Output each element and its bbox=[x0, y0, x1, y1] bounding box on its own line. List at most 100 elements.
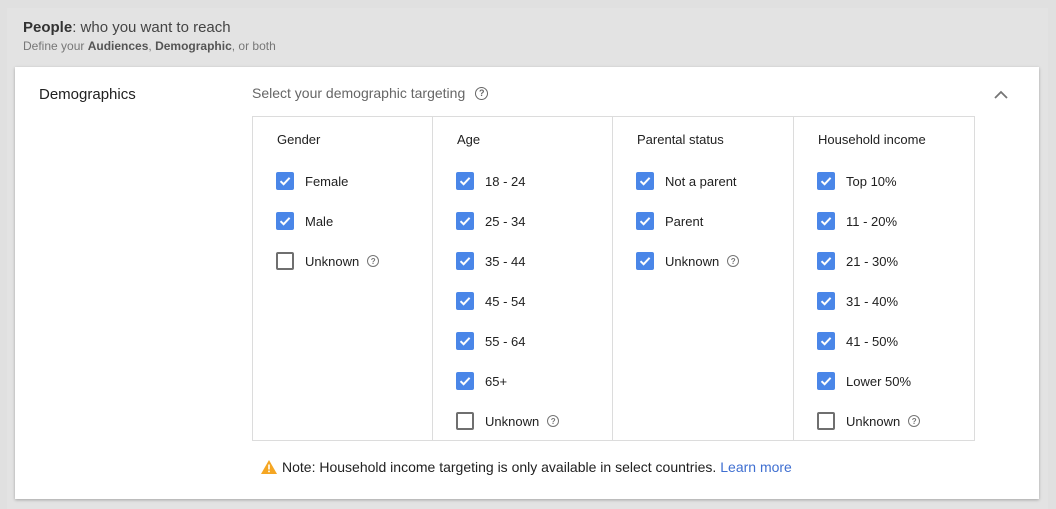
option-label: 65+ bbox=[485, 373, 508, 389]
checkmark-icon bbox=[459, 297, 471, 306]
parental-option-not-a-parent[interactable]: Not a parent bbox=[636, 171, 737, 191]
select-targeting-text: Select your demographic targeting bbox=[252, 85, 466, 101]
option-label: Unknown bbox=[305, 253, 360, 269]
checkmark-icon bbox=[820, 177, 832, 186]
help-icon[interactable]: ? bbox=[727, 255, 740, 267]
option-label: 41 - 50% bbox=[846, 333, 899, 349]
checkmark-icon bbox=[459, 217, 471, 226]
checkbox-checked[interactable] bbox=[456, 292, 474, 310]
help-icon[interactable]: ? bbox=[367, 255, 380, 267]
demographic-grid: Gender Female Male Unknown? Age 18 - 24 25 … bbox=[252, 116, 975, 441]
chevron-up-icon[interactable] bbox=[993, 89, 1009, 101]
learn-more-link[interactable]: Learn more bbox=[720, 459, 792, 475]
checkbox-checked[interactable] bbox=[817, 172, 835, 190]
income-option-21-30[interactable]: 21 - 30% bbox=[817, 251, 898, 271]
age-option-45-54[interactable]: 45 - 54 bbox=[456, 291, 525, 311]
checkbox-checked[interactable] bbox=[456, 252, 474, 270]
checkbox-checked[interactable] bbox=[456, 332, 474, 350]
subtitle-audiences: Audiences bbox=[87, 39, 149, 53]
checkmark-icon bbox=[279, 177, 291, 186]
checkbox-checked[interactable] bbox=[817, 292, 835, 310]
help-icon[interactable]: ? bbox=[908, 415, 921, 427]
demographics-card: Demographics Select your demographic tar… bbox=[15, 67, 1039, 499]
checkmark-icon bbox=[639, 257, 651, 266]
option-label: 55 - 64 bbox=[485, 333, 526, 349]
checkbox-checked[interactable] bbox=[636, 212, 654, 230]
parental-status-column: Parental status Not a parent Parent Unknow… bbox=[613, 117, 794, 440]
warning-icon bbox=[261, 460, 277, 474]
option-label: Not a parent bbox=[665, 173, 737, 189]
checkbox-checked[interactable] bbox=[817, 252, 835, 270]
option-label: 21 - 30% bbox=[846, 253, 899, 269]
option-label: Female bbox=[305, 173, 349, 189]
checkbox-unchecked[interactable] bbox=[456, 412, 474, 430]
age-option-55-64[interactable]: 55 - 64 bbox=[456, 331, 525, 351]
option-label: Lower 50% bbox=[846, 373, 912, 389]
gender-option-female[interactable]: Female bbox=[276, 171, 348, 191]
age-title: Age bbox=[457, 132, 481, 147]
option-label: Top 10% bbox=[846, 173, 897, 189]
option-label: 35 - 44 bbox=[485, 253, 526, 269]
subtitle-demographic: Demographic bbox=[155, 39, 232, 53]
demographic-targeting-label: Select your demographic targeting ? bbox=[252, 85, 489, 101]
income-option-41-50[interactable]: 41 - 50% bbox=[817, 331, 898, 351]
parental-option-unknown[interactable]: Unknown? bbox=[636, 251, 740, 271]
checkbox-unchecked[interactable] bbox=[276, 252, 294, 270]
people-subtitle: Define your Audiences, Demographic, or b… bbox=[23, 39, 276, 53]
income-note: Note: Household income targeting is only… bbox=[261, 459, 792, 475]
subtitle-suffix: , or both bbox=[231, 39, 276, 53]
option-label: Unknown bbox=[485, 413, 540, 429]
age-option-18-24[interactable]: 18 - 24 bbox=[456, 171, 525, 191]
checkbox-checked[interactable] bbox=[276, 172, 294, 190]
checkmark-icon bbox=[820, 337, 832, 346]
checkbox-checked[interactable] bbox=[276, 212, 294, 230]
gender-option-unknown[interactable]: Unknown? bbox=[276, 251, 380, 271]
age-option-65[interactable]: 65+ bbox=[456, 371, 507, 391]
checkmark-icon bbox=[820, 297, 832, 306]
checkbox-checked[interactable] bbox=[456, 172, 474, 190]
income-option-11-20[interactable]: 11 - 20% bbox=[817, 211, 897, 231]
gender-option-male[interactable]: Male bbox=[276, 211, 333, 231]
parental-status-title: Parental status bbox=[637, 132, 724, 147]
checkmark-icon bbox=[820, 217, 832, 226]
income-option-unknown[interactable]: Unknown? bbox=[817, 411, 921, 431]
checkbox-checked[interactable] bbox=[456, 212, 474, 230]
checkbox-checked[interactable] bbox=[636, 252, 654, 270]
checkmark-icon bbox=[279, 217, 291, 226]
demographics-label: Demographics bbox=[39, 86, 136, 103]
checkmark-icon bbox=[459, 177, 471, 186]
gender-title: Gender bbox=[277, 132, 321, 147]
checkmark-icon bbox=[459, 257, 471, 266]
option-label: 11 - 20% bbox=[846, 213, 898, 229]
age-option-35-44[interactable]: 35 - 44 bbox=[456, 251, 525, 271]
income-option-31-40[interactable]: 31 - 40% bbox=[817, 291, 898, 311]
checkbox-unchecked[interactable] bbox=[817, 412, 835, 430]
help-icon[interactable]: ? bbox=[475, 86, 489, 100]
household-income-column: Household income Top 10% 11 - 20% 21 - 30%… bbox=[794, 117, 974, 440]
checkbox-checked[interactable] bbox=[817, 332, 835, 350]
household-income-title: Household income bbox=[818, 132, 926, 147]
checkbox-checked[interactable] bbox=[817, 372, 835, 390]
option-label: 25 - 34 bbox=[485, 213, 526, 229]
income-option-top-10[interactable]: Top 10% bbox=[817, 171, 897, 191]
gender-column: Gender Female Male Unknown? bbox=[253, 117, 433, 440]
checkmark-icon bbox=[820, 377, 832, 386]
people-title: People: who you want to reach bbox=[23, 20, 276, 36]
checkmark-icon bbox=[820, 257, 832, 266]
age-option-25-34[interactable]: 25 - 34 bbox=[456, 211, 525, 231]
note-text: Note: Household income targeting is only… bbox=[282, 459, 717, 475]
checkbox-checked[interactable] bbox=[636, 172, 654, 190]
people-header: People: who you want to reach Define you… bbox=[23, 20, 276, 54]
checkmark-icon bbox=[459, 377, 471, 386]
parental-option-parent[interactable]: Parent bbox=[636, 211, 703, 231]
help-icon[interactable]: ? bbox=[547, 415, 560, 427]
checkmark-icon bbox=[639, 177, 651, 186]
checkbox-checked[interactable] bbox=[817, 212, 835, 230]
people-title-rest: : who you want to reach bbox=[72, 19, 231, 36]
option-label: 31 - 40% bbox=[846, 293, 899, 309]
age-option-unknown[interactable]: Unknown? bbox=[456, 411, 560, 431]
option-label: Male bbox=[305, 213, 334, 229]
checkbox-checked[interactable] bbox=[456, 372, 474, 390]
income-option-lower-50[interactable]: Lower 50% bbox=[817, 371, 911, 391]
option-label: 45 - 54 bbox=[485, 293, 526, 309]
